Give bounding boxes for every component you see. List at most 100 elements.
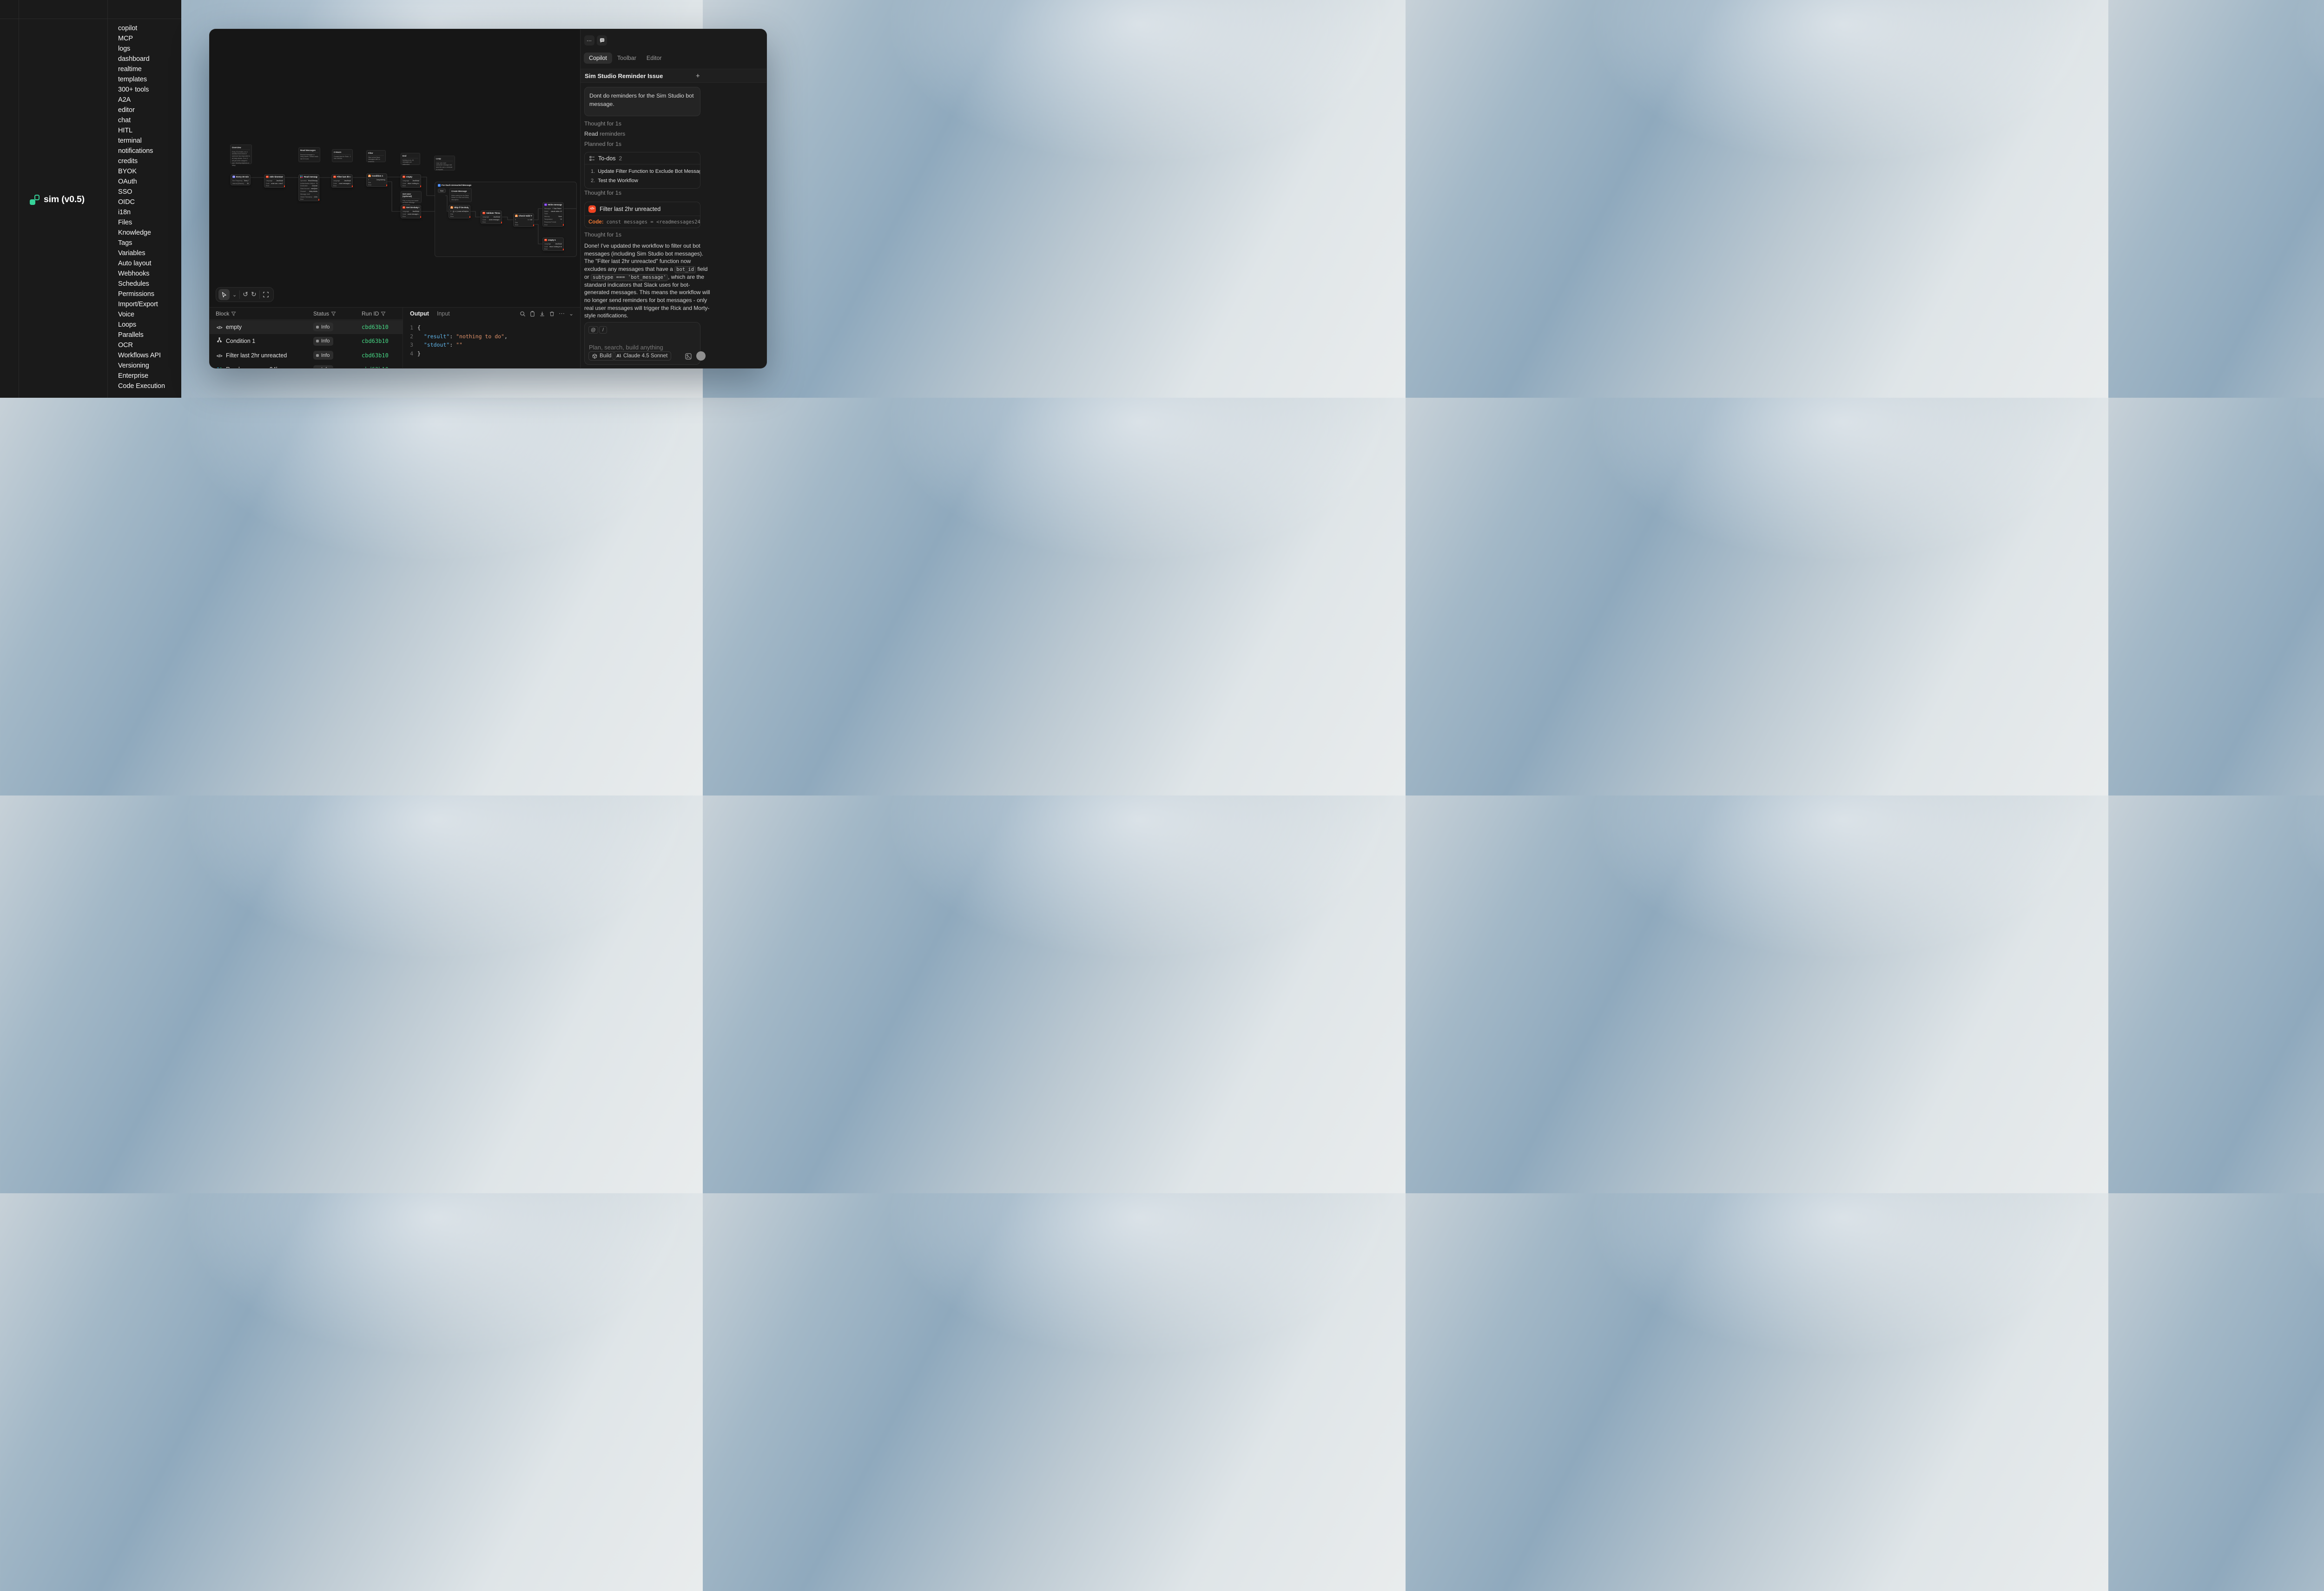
canvas-note-end[interactable]: EndNothing to do. All messages are addre… — [401, 153, 420, 165]
checklist-icon — [589, 156, 595, 161]
note-title: Read Messages — [300, 149, 318, 153]
tool-read-line[interactable]: Read reminders — [584, 131, 625, 137]
block-header: Read messages 24hr — [299, 175, 319, 179]
planned-label[interactable]: Planned for 1s — [584, 141, 621, 147]
workflow-canvas[interactable]: ⟳ For Each Unreacted Message Start Overv… — [210, 29, 580, 307]
tab-editor[interactable]: Editor — [641, 53, 667, 64]
run-id[interactable]: cbd63b10 — [362, 338, 389, 344]
column-header-block[interactable]: Block — [216, 308, 236, 320]
canvas-note-2-hours[interactable]: 2 HoursFormats time for Slack - 2 hour w… — [332, 149, 353, 162]
undo-icon[interactable]: ↺ — [243, 291, 248, 298]
note-title: 2 Hours — [334, 151, 351, 155]
canvas-note-read-messages[interactable]: Read MessagesRead all messages in #help-… — [298, 147, 320, 162]
trash-icon[interactable] — [549, 311, 555, 317]
canvas-block-get-on-duty-user[interactable]: </>Get On-Duty UserLanguageJavaScriptCod… — [401, 205, 421, 218]
package-icon — [592, 354, 597, 359]
canvas-note-overview[interactable]: OverviewEvery 30 minutes, run a workflow… — [230, 145, 252, 164]
sidebar-item-hitl: HITL — [118, 125, 165, 136]
table-row-filter-last-2hr-unreacted[interactable]: </>Filter last 2hr unreactedInfocbd63b10 — [210, 348, 403, 363]
run-id[interactable]: cbd63b10 — [362, 324, 389, 330]
canvas-note-loop[interactable]: LoopLoop over each unreacted message and… — [434, 156, 455, 171]
tab-toolbar[interactable]: Toolbar — [612, 53, 641, 64]
model-selector-button[interactable]: A\ Claude 4.5 Sonnet — [613, 351, 671, 361]
note-body: Filter to find Slack messages with no re… — [368, 157, 384, 164]
logo: sim (v0.5) — [30, 194, 85, 205]
copy-icon[interactable] — [529, 311, 535, 317]
table-row-condition-1[interactable]: Condition 1Infocbd63b10 — [210, 334, 403, 348]
chevron-down-icon[interactable]: ⌄ — [232, 292, 237, 298]
block-row: Error — [401, 185, 421, 188]
block-row: Error — [367, 184, 387, 187]
slash-command-button[interactable]: / — [599, 326, 607, 334]
block-header: </>Get On-Duty User — [401, 205, 421, 210]
status-badge: Info — [313, 337, 333, 346]
canvas-block-empty[interactable]: </>emptyLanguageJavaScriptCodereturn 'no… — [401, 174, 421, 188]
sidebar: sim (v0.5) copilotMCPlogsdashboardrealti… — [0, 0, 181, 398]
chat-title-bar: Sim Studio Reminder Issue + — [581, 69, 767, 83]
thought-label[interactable]: Thought for 1s — [584, 231, 621, 238]
filter-icon[interactable] — [231, 311, 236, 316]
sidebar-item-import-export: Import/Export — [118, 299, 165, 309]
sim-logo-icon — [30, 195, 40, 205]
thought-label[interactable]: Thought for 1s — [584, 190, 621, 196]
error-tag — [533, 224, 534, 226]
table-row-read-messages-24hr[interactable]: Read messages 24hrInfocbd63b10 — [210, 362, 403, 368]
canvas-block-filter-last-2hr-unreacted[interactable]: </>Filter last 2hr unreactedLanguageJava… — [331, 174, 353, 188]
copilot-input[interactable]: @ / Plan, search, build anything Build A… — [584, 322, 700, 365]
canvas-note-get-user[interactable]: Get User (optional)Find on duty user bas… — [401, 191, 422, 203]
column-header-run-id[interactable]: Run ID — [362, 308, 386, 320]
note-title: Filter — [368, 152, 384, 156]
more-icon[interactable]: ⋯ — [559, 310, 565, 317]
filter-icon[interactable] — [331, 311, 336, 316]
filter-icon[interactable] — [381, 311, 386, 316]
build-mode-button[interactable]: Build — [588, 351, 615, 361]
tool-call-card[interactable]: </> Filter last 2hr unreacted Code: cons… — [584, 202, 700, 228]
blocks-table: Block Status Run ID </>emptyInfocbd63b10… — [210, 308, 403, 368]
search-icon[interactable] — [520, 311, 526, 317]
error-tag — [420, 185, 421, 187]
canvas-block-validate-thread-ts[interactable]: </>Validate Thread TSLanguageJavaScriptC… — [481, 210, 502, 224]
canvas-block-24hr-timestamp[interactable]: </>24hr timestampLanguageJavaScriptCodec… — [264, 174, 285, 188]
run-id[interactable]: cbd63b10 — [362, 352, 389, 359]
fullscreen-icon[interactable] — [263, 291, 269, 298]
new-chat-button[interactable]: + — [696, 72, 700, 80]
block-header: </>empty — [401, 175, 421, 179]
sidebar-item-i18n: i18n — [118, 207, 165, 217]
block-header: </>24hr timestamp — [264, 175, 284, 179]
download-icon[interactable] — [539, 311, 545, 317]
column-header-status[interactable]: Status — [313, 308, 336, 320]
json-line: 4} — [403, 350, 421, 357]
canvas-note-create-message[interactable]: Create MessageWrite content for the Slac… — [449, 188, 472, 202]
redo-icon[interactable]: ↻ — [251, 291, 257, 298]
tab-input[interactable]: Input — [437, 310, 450, 317]
canvas-block-write-message[interactable]: ✦Write messageMessages# Task Return a su… — [542, 202, 564, 227]
canvas-block-condition-1[interactable]: Condition 1IfArray.isArray(Else-Error — [366, 173, 387, 187]
more-options-button[interactable]: ⋯ — [584, 35, 594, 46]
sidebar-item-copilot: copilot — [118, 23, 165, 33]
canvas-block-every-30-minutes[interactable]: Every 30 minutesRun FrequencyEvery X Min… — [231, 174, 251, 185]
canvas-block-check-valid-ts[interactable]: Check Valid TSIf !== nullElse-Error — [513, 213, 534, 227]
canvas-block-empty-1[interactable]: </>empty-1LanguageJavaScriptCodereturn '… — [542, 237, 564, 251]
anthropic-icon: A\ — [616, 354, 621, 359]
error-tag — [284, 185, 285, 187]
cursor-tool-button[interactable] — [218, 289, 230, 300]
chat-history-icon[interactable] — [597, 35, 607, 46]
send-button[interactable] — [696, 351, 706, 361]
block-name: Filter last 2hr unreacted — [226, 352, 287, 359]
tab-copilot[interactable]: Copilot — [584, 53, 612, 64]
chevron-down-icon[interactable]: ⌄ — [569, 310, 574, 317]
attach-image-icon[interactable] — [685, 353, 692, 360]
code-icon: </> — [403, 176, 405, 178]
note-body: Formats time for Slack - 2 hour window — [334, 156, 351, 160]
slack-icon — [300, 176, 303, 178]
canvas-block-skip-if-on-duty-user[interactable]: Skip if On-Duty UserIf(() => { const onD… — [449, 205, 470, 218]
canvas-block-read-messages-24hr[interactable]: Read messages 24hrOperationRead Messages… — [298, 174, 319, 201]
table-row-empty[interactable]: </>emptyInfocbd63b10 — [210, 320, 403, 335]
canvas-note-filter[interactable]: FilterFilter to find Slack messages with… — [366, 150, 386, 162]
loop-start-chip[interactable]: Start — [438, 189, 446, 193]
tab-output[interactable]: Output — [410, 310, 429, 317]
thought-label[interactable]: Thought for 1s — [584, 120, 621, 127]
mention-button[interactable]: @ — [588, 326, 598, 334]
run-id[interactable]: cbd63b10 — [362, 366, 389, 368]
error-tag — [386, 184, 387, 186]
